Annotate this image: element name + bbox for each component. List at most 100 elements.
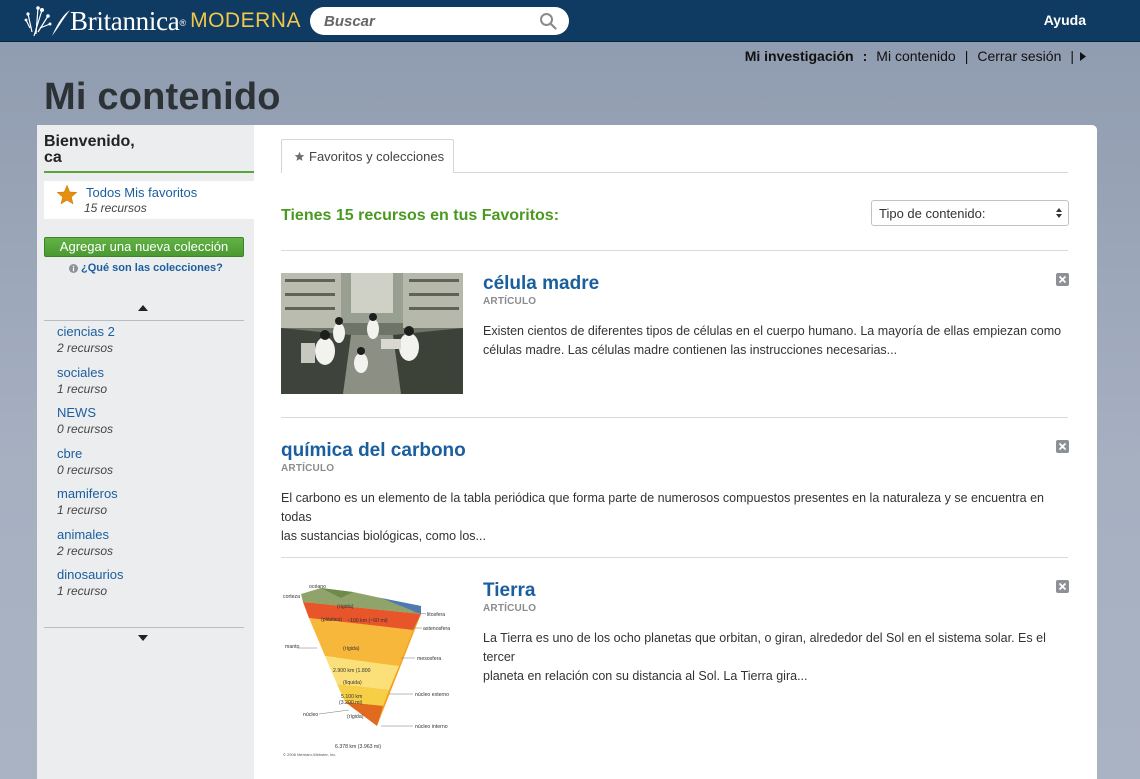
help-link[interactable]: Ayuda [1044,12,1086,28]
collections-list: ciencias 2 2 recursos sociales 1 recurso… [57,323,237,607]
results-divider [281,557,1068,558]
result-description-line: planeta en relación con su distancia al … [483,669,808,683]
collection-count: 0 recursos [57,462,114,477]
diagram-label: mesosfera [417,656,441,662]
result-title[interactable]: Tierra [483,580,535,602]
collection-name[interactable]: mamiferos [57,485,237,502]
collection-item[interactable]: ciencias 2 2 recursos [57,323,237,364]
nav-separator: | [1070,48,1074,64]
what-are-collections-link[interactable]: ¿Qué son las colecciones? [69,262,223,274]
collection-name[interactable]: NEWS [57,404,237,421]
remove-favorite-icon[interactable] [1056,440,1069,453]
collection-item[interactable]: dinosaurios 1 recurso [57,566,237,607]
collection-item[interactable]: animales 2 recursos [57,526,237,567]
result-title[interactable]: química del carbono [281,440,466,462]
collection-count: 0 recursos [57,422,114,436]
diagram-label: núcleo externo [415,692,449,698]
collection-name[interactable]: ciencias 2 [57,323,237,340]
diagram-label: (rígida) [343,646,360,652]
collection-name[interactable]: animales [57,526,237,543]
diagram-label: 6.378 km (3.963 mi) [335,744,381,750]
collection-item[interactable]: NEWS 0 recursos [57,404,237,445]
user-navigation: Mi investigación : Mi contenido | Cerrar… [745,48,1086,64]
nav-colon: : [862,48,868,64]
welcome-username: ca [44,149,62,166]
top-header-bar: Britannica®MODERNA Ayuda [0,0,1140,42]
welcome-greeting: Bienvenido, [44,133,135,150]
collections-top-divider [44,320,244,321]
content-type-select[interactable]: Tipo de contenido: [871,200,1069,226]
result-description: Existen cientos de diferentes tipos de c… [483,322,1073,360]
thistle-logo-icon [24,6,70,37]
scroll-up-arrow-icon[interactable] [137,304,149,312]
result-title[interactable]: célula madre [483,273,599,295]
result-type: ARTÍCULO [483,603,537,614]
result-description: El carbono es un elemento de la tabla pe… [281,489,1076,546]
star-icon [56,184,78,205]
collection-item[interactable]: mamiferos 1 recurso [57,485,237,526]
diagram-label: (3.200 mi) [339,700,363,706]
collection-count: 1 recurso [57,503,108,517]
star-icon [294,151,305,161]
my-content-link[interactable]: Mi contenido [876,48,955,64]
brand-edition: MODERNA [190,9,301,32]
nav-separator: | [964,48,969,64]
diagram-label: astenosfera [423,626,450,632]
diagram-label: corteza [283,594,300,600]
collection-name[interactable]: dinosaurios [57,566,237,583]
logout-link[interactable]: Cerrar sesión [977,48,1061,64]
diagram-label: manto [285,644,300,650]
collections-bottom-divider [44,627,244,628]
scroll-down-arrow-icon[interactable] [137,634,149,642]
diagram-label: núcleo [303,712,318,718]
remove-favorite-icon[interactable] [1056,273,1069,286]
result-description: La Tierra es uno de los ocho planetas qu… [483,629,1073,686]
search-icon[interactable] [539,12,557,30]
collection-name[interactable]: cbre [57,445,237,462]
favorites-summary: Tienes 15 recursos en tus Favoritos: [281,207,560,224]
tab-label: Favoritos y colecciones [309,149,445,164]
stem-cell-lab-image[interactable] [281,273,463,394]
result-description-line: El carbono es un elemento de la tabla pe… [281,491,1044,524]
diagram-label: océano [309,584,326,590]
tab-favorites-collections[interactable]: Favoritos y colecciones [281,139,454,173]
diagram-label: (plástica) [321,617,342,623]
collection-count: 2 recursos [57,341,114,355]
search-input[interactable] [324,11,534,31]
collection-count: 1 recurso [57,381,108,396]
sidebar: Bienvenido, ca Todos Mis favoritos 15 re… [37,125,254,779]
diagram-label: núcleo interno [415,724,448,730]
diagram-label: ~100 km (~60 mi) [347,618,388,624]
all-favorites-item[interactable]: Todos Mis favoritos 15 recursos [44,181,254,219]
all-favorites-count: 15 recursos [84,201,147,215]
result-description-line: La Tierra es uno de los ocho planetas qu… [483,631,1046,664]
earth-cross-section-image: océano corteza (rígida) (plástica) ~100 … [281,578,463,758]
welcome-divider [44,171,254,173]
diagram-copyright: © 2006 Merriam-Webster, Inc. [283,752,336,757]
lab-photo-image [281,273,463,394]
collection-name[interactable]: sociales [57,364,237,381]
result-description-line: células madre. Las células madre contien… [483,343,898,357]
britannica-logo[interactable]: Britannica ® MODERNA [24,4,301,38]
collection-item[interactable]: cbre 0 recursos [57,445,237,486]
welcome-message: Bienvenido, ca [44,134,135,166]
all-favorites-link[interactable]: Todos Mis favoritos [86,185,197,200]
what-are-collections-label: ¿Qué son las colecciones? [81,262,223,274]
info-icon [69,263,78,273]
results-divider [281,250,1068,251]
brand-name: Britannica [70,5,180,36]
search-box [310,7,569,35]
diagram-label: litosfera [427,612,445,618]
brand-registered-mark: ® [179,18,187,28]
nav-arrow-right-icon[interactable] [1080,51,1086,61]
result-type: ARTÍCULO [281,463,335,474]
remove-favorite-icon[interactable] [1056,580,1069,593]
collection-count: 2 recursos [57,543,114,558]
add-collection-button[interactable]: Agregar una nueva colección [44,237,244,257]
collection-item[interactable]: sociales 1 recurso [57,364,237,405]
my-research-label: Mi investigación [744,48,854,64]
earth-layers-diagram[interactable]: océano corteza (rígida) (plástica) ~100 … [281,578,463,758]
page-title: Mi contenido [44,76,281,118]
active-tab-gap [282,172,453,173]
result-description-line: Existen cientos de diferentes tipos de c… [483,324,1062,338]
